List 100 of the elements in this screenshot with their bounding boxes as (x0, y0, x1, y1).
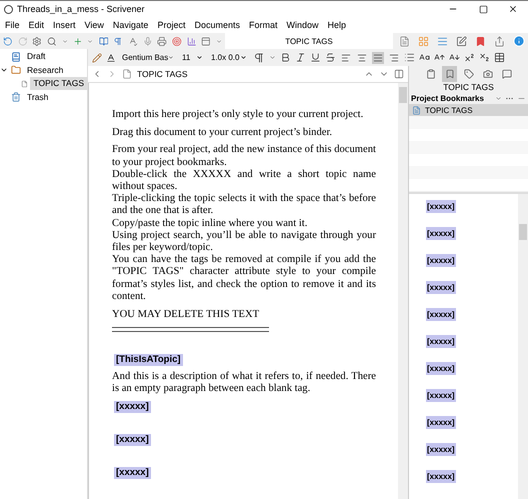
underline-icon[interactable] (310, 52, 321, 63)
topic-tag: [xxxxx] (426, 416, 456, 429)
snapshots-icon (482, 69, 492, 79)
strikethrough-icon[interactable] (325, 52, 336, 63)
style-icon[interactable] (253, 52, 265, 64)
caret-icon[interactable] (269, 54, 276, 61)
close-icon[interactable] (508, 4, 518, 14)
search-icon[interactable] (46, 36, 57, 46)
paragraph: Using project search, you’ll be able to navigate through your files per keyword/topic. (112, 230, 376, 254)
align-justify-icon (373, 52, 383, 62)
paragraph: Copy/paste the topic inline where you want it. (112, 218, 308, 230)
edit-icon[interactable] (456, 36, 467, 46)
bookmark-item[interactable]: TOPIC TAGS (409, 104, 528, 116)
menu-item[interactable]: Help (328, 20, 346, 30)
topic-tag: [xxxxx] (114, 434, 151, 446)
caret-icon (240, 54, 247, 61)
caret-icon[interactable] (216, 38, 222, 44)
menu-item[interactable]: Insert (53, 20, 76, 30)
app-icon (4, 4, 13, 14)
menu-item[interactable]: Edit (28, 20, 44, 30)
inspector-title: TOPIC TAGS (442, 82, 495, 92)
metadata-icon (464, 69, 474, 79)
topic-tag: [xxxxx] (426, 362, 456, 375)
align-center-button[interactable] (356, 52, 368, 64)
caret-icon[interactable] (87, 38, 94, 44)
binder-item[interactable]: TOPIC TAGS (30, 77, 87, 90)
document-icon[interactable] (122, 69, 132, 79)
spellcheck-icon[interactable] (128, 36, 138, 46)
menu-item[interactable]: Window (286, 20, 319, 30)
binder-item[interactable]: Research (24, 64, 66, 77)
layout-icon[interactable] (201, 36, 211, 46)
align-right-button[interactable] (388, 52, 400, 64)
italic-icon[interactable] (295, 52, 306, 63)
binder-item[interactable]: Draft (24, 50, 48, 64)
info-icon[interactable] (513, 35, 525, 47)
topic-tag: [xxxxx] (426, 281, 456, 294)
document-header-title: TOPIC TAGS (225, 33, 393, 49)
caret-icon[interactable] (495, 94, 502, 102)
menu-item[interactable]: Documents (194, 20, 240, 30)
pilcrow-icon[interactable] (113, 36, 123, 46)
doc-icon (20, 78, 28, 89)
window-title: Threads_in_a_mess - Scrivener (17, 4, 146, 14)
paragraph: Double-click the XXXXX and write a short topic name without spaces. (112, 168, 376, 194)
scrollbar[interactable] (518, 194, 528, 499)
split-icon[interactable] (394, 69, 404, 79)
menu-item[interactable]: View (84, 20, 104, 30)
paragraph: YOU MAY DELETE THIS TEXT (112, 308, 260, 321)
document-title: TOPIC TAGS (137, 69, 189, 79)
align-left-icon (341, 52, 351, 62)
align-center-icon (357, 52, 367, 62)
menu-item[interactable]: Navigate (112, 20, 148, 30)
settings-icon[interactable] (32, 36, 42, 46)
caret-icon (196, 54, 203, 61)
text-color-icon[interactable] (106, 52, 116, 62)
paragraph: And this is a description of what it refers to, if needed. There is an empty paragraph between each blank tag. (112, 370, 376, 396)
topic-tag: [xxxxx] (426, 389, 456, 402)
align-justify-button[interactable] (372, 52, 384, 64)
book-icon[interactable] (98, 36, 108, 46)
printer-icon[interactable] (157, 36, 167, 46)
outline-icon[interactable] (437, 36, 448, 46)
paragraph: Import this here project’s only style to your current project. (112, 109, 364, 122)
document-icon (412, 106, 421, 114)
topic-tag: [xxxxx] (114, 400, 151, 413)
topic-tag: [xxxxx] (426, 443, 456, 456)
single-page-icon[interactable] (399, 36, 410, 46)
bookmarks-dropdown[interactable]: Project Bookmarks (411, 94, 492, 102)
table-icon[interactable] (494, 52, 505, 63)
scrollbar[interactable] (398, 83, 408, 499)
bookmark-icon[interactable] (475, 36, 486, 46)
share-icon[interactable] (494, 36, 505, 46)
topic-tag: [xxxxx] (426, 470, 456, 483)
maximize-icon[interactable] (478, 4, 488, 14)
subscript-icon[interactable] (479, 52, 490, 63)
paragraph: From your real project, add the new instance of this document to your project bookmarks. (112, 144, 376, 169)
target-icon[interactable] (172, 36, 182, 46)
undo-icon[interactable] (3, 36, 13, 46)
folder-icon (11, 65, 21, 76)
superscript-icon[interactable] (464, 52, 475, 63)
paragraph: Triple-clicking the topic selects it with the space that’s before and the one that is after. (112, 193, 376, 218)
topic-tag: [xxxxx] (426, 308, 456, 321)
menu-item[interactable]: Project (157, 20, 186, 30)
paragraph: Drag this document to your current project’s binder. (112, 126, 334, 139)
menu-item[interactable]: File (5, 20, 20, 30)
binder-item[interactable]: Trash (24, 90, 52, 104)
paragraph: You can have the tags be removed at compile if you add the "TOPIC TAGS" character attribute style to your compile format’s styles list, and check the option to remove it and its content. (112, 254, 376, 304)
topic-tag: [xxxxx] (426, 227, 456, 240)
align-right-icon (389, 52, 399, 62)
caret-icon[interactable] (62, 38, 68, 44)
pencil-icon[interactable] (92, 52, 102, 62)
topic-tag: [xxxxx] (426, 254, 456, 267)
comments-icon (502, 69, 512, 79)
trash-icon (11, 92, 21, 102)
plus-icon[interactable] (72, 36, 82, 46)
draft-icon (11, 52, 21, 62)
align-left-button[interactable] (340, 52, 352, 64)
bookmarks-icon (444, 69, 454, 79)
bar-chart-icon[interactable] (186, 36, 196, 46)
topic-tag: [xxxxx] (114, 466, 151, 479)
menu-item[interactable]: Format (248, 20, 278, 30)
bold-icon[interactable] (280, 52, 291, 63)
